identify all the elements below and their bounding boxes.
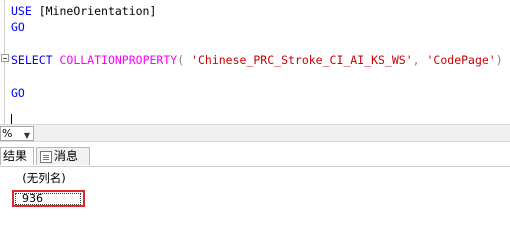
tab-messages[interactable]: 消息 <box>36 147 90 165</box>
code-line-select: SELECT COLLATIONPROPERTY( 'Chinese_PRC_S… <box>11 53 503 67</box>
tab-messages-label: 消息 <box>54 149 79 163</box>
keyword-go: GO <box>11 86 25 100</box>
code-line-go-2: GO <box>11 86 25 100</box>
sql-editor[interactable]: USE [MineOrientation] GO SELECT COLLATIO… <box>0 0 510 125</box>
paren-close: ) <box>495 53 503 67</box>
function-collationproperty: COLLATIONPROPERTY <box>59 53 178 67</box>
zoom-select[interactable]: % ▼ <box>0 126 34 141</box>
paren-open: ( <box>177 53 185 67</box>
keyword-go: GO <box>11 20 25 34</box>
comma: , <box>412 53 420 67</box>
results-grid[interactable]: (无列名) 936 <box>0 167 510 218</box>
zoom-value: % <box>2 127 13 140</box>
collation-string: 'Chinese_PRC_Stroke_CI_AI_KS_WS' <box>191 53 413 67</box>
property-string: 'CodePage' <box>426 53 496 67</box>
collapse-icon[interactable] <box>1 54 9 62</box>
database-name: [MineOrientation] <box>31 4 157 18</box>
editor-margin-line <box>4 0 5 124</box>
message-icon <box>40 150 52 163</box>
chevron-down-icon[interactable]: ▼ <box>24 129 30 142</box>
keyword-use: USE <box>11 4 32 18</box>
results-tab-strip: 结果 消息 <box>0 146 510 167</box>
tab-results[interactable]: 结果 <box>0 147 34 165</box>
tab-results-label: 结果 <box>3 149 28 163</box>
zoom-bar: % ▼ <box>0 124 510 142</box>
column-header[interactable]: (无列名) <box>16 171 72 185</box>
keyword-select: SELECT <box>11 53 53 67</box>
code-line-use: USE [MineOrientation] <box>11 4 156 18</box>
result-cell[interactable]: 936 <box>15 193 81 205</box>
code-line-go-1: GO <box>11 20 25 34</box>
